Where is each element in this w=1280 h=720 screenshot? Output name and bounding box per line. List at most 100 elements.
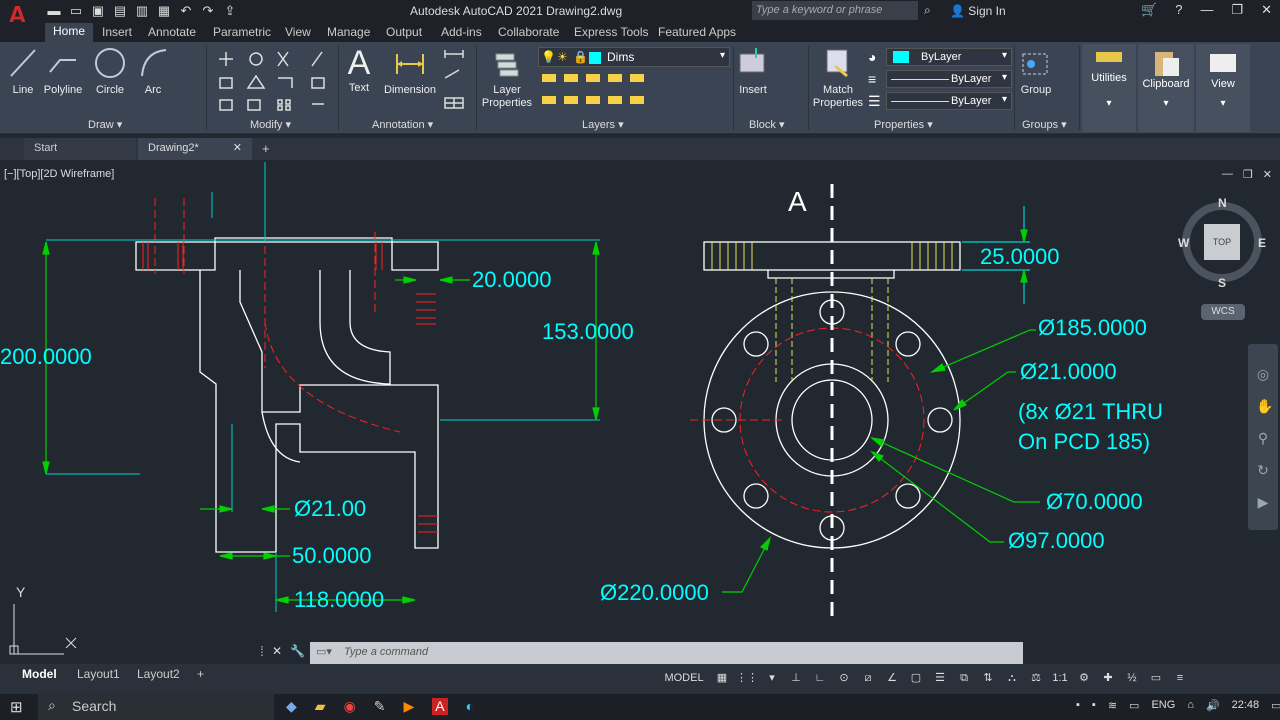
circle-button[interactable]: Circle	[92, 46, 128, 96]
dim-dia-97[interactable]: Ø97.0000	[1008, 528, 1105, 554]
close-icon[interactable]: ✕	[1261, 2, 1272, 18]
linetype-dropdown[interactable]: ByLayer ▾	[886, 70, 1012, 88]
utilities-button[interactable]: Utilities ▾	[1082, 44, 1136, 132]
dim-20[interactable]: 20.0000	[472, 267, 552, 293]
snap-icon[interactable]: ⋮⋮	[736, 667, 758, 689]
paint-icon[interactable]: ✎	[374, 698, 386, 715]
command-history-icon[interactable]: ▭▾	[316, 645, 332, 658]
lineweight-dropdown[interactable]: ByLayer ▾	[886, 92, 1012, 110]
layer-properties-button[interactable]: Layer Properties	[480, 46, 534, 110]
line-button[interactable]: Line	[8, 46, 38, 96]
grid-icon[interactable]: ▦	[712, 667, 732, 689]
modify-panel-label[interactable]: Modify ▾	[250, 118, 291, 131]
edge-icon[interactable]: ◐	[466, 698, 474, 715]
workspace-gear-icon[interactable]: ⚙	[1074, 667, 1094, 689]
compass-north[interactable]: N	[1218, 196, 1227, 210]
command-input[interactable]: Type a command	[310, 642, 1023, 664]
dim-50[interactable]: 50.0000	[292, 543, 372, 569]
tab-layout1[interactable]: Layout1	[77, 667, 120, 681]
grip-icon[interactable]: ⁞	[260, 643, 264, 659]
search-input[interactable]: Type a keyword or phrase	[752, 1, 918, 20]
layer-tools-icon[interactable]	[540, 72, 650, 112]
chrome-icon[interactable]: ◉	[344, 698, 356, 715]
windows-start-icon[interactable]: ⊞	[10, 698, 23, 716]
volume-icon[interactable]: 🔊	[1206, 699, 1220, 712]
arc-button[interactable]: Arc	[138, 46, 168, 96]
infer-constraints-icon[interactable]: ⊥	[786, 667, 806, 689]
dim-dia-21[interactable]: Ø21.00	[294, 496, 366, 522]
minimize-icon[interactable]: —	[1200, 2, 1213, 18]
tab-drawing2[interactable]: Drawing2* ✕	[138, 138, 252, 160]
dim-dia-70[interactable]: Ø70.0000	[1046, 489, 1143, 515]
isodraft-icon[interactable]: ⧄	[858, 667, 878, 689]
new-icon[interactable]: ▬	[46, 3, 62, 19]
quick-properties-icon[interactable]: ▭	[1146, 667, 1166, 689]
compass-west[interactable]: W	[1178, 236, 1189, 250]
sign-in-link[interactable]: 👤 Sign In	[950, 4, 1006, 18]
tray-icon[interactable]: ▪	[1092, 699, 1096, 712]
modify-tools-icon[interactable]	[216, 48, 336, 112]
object-snap-tracking-icon[interactable]: ∠	[882, 667, 902, 689]
block-panel-label[interactable]: Block ▾	[749, 118, 784, 131]
viewcube[interactable]: TOP N S E W	[1178, 196, 1266, 290]
properties-panel-label[interactable]: Properties ▾	[874, 118, 933, 131]
tab-start[interactable]: Start	[24, 138, 136, 160]
color-dropdown[interactable]: ByLayer ▾	[886, 48, 1012, 66]
tab-parametric[interactable]: Parametric	[213, 25, 271, 39]
polar-icon[interactable]: ⊙	[834, 667, 854, 689]
steering-wheel-icon[interactable]: ◎	[1256, 358, 1270, 390]
transparency-icon[interactable]: ⧉	[954, 667, 974, 689]
showmotion-icon[interactable]: ▶	[1256, 486, 1270, 518]
groups-panel-label[interactable]: Groups ▾	[1022, 118, 1067, 131]
text-button[interactable]: A Text	[344, 44, 374, 94]
model-space-button[interactable]: MODEL	[660, 667, 708, 689]
match-properties-button[interactable]: Match Properties	[812, 46, 864, 110]
autocad-taskbar-icon[interactable]: A	[432, 698, 448, 715]
pan-icon[interactable]: ✋	[1256, 390, 1273, 422]
annotation-tools-icon[interactable]	[442, 48, 468, 112]
ortho-icon[interactable]: ∟	[810, 667, 830, 689]
tab-view[interactable]: View	[285, 25, 311, 39]
view-button[interactable]: View ▾	[1196, 44, 1250, 132]
clipboard-button[interactable]: Clipboard ▾	[1138, 44, 1194, 132]
file-explorer-icon[interactable]: ▰	[315, 698, 326, 715]
auto-scale-icon[interactable]: ⚖	[1026, 667, 1046, 689]
cart-icon[interactable]: 🛒	[1141, 2, 1157, 18]
layer-dropdown[interactable]: 💡 ☀ 🔒 Dims ▾	[538, 47, 730, 67]
note-holes-line1[interactable]: (8x Ø21 THRU	[1018, 399, 1163, 425]
note-holes-line2[interactable]: On PCD 185)	[1018, 429, 1150, 455]
tab-annotate[interactable]: Annotate	[148, 25, 196, 39]
search-icon[interactable]: ⌕	[924, 3, 931, 18]
tab-insert[interactable]: Insert	[102, 25, 132, 39]
undo-icon[interactable]: ↶	[178, 3, 194, 19]
dim-dia-185[interactable]: Ø185.0000	[1038, 315, 1147, 341]
annotation-scale-icon[interactable]: 1:1	[1050, 667, 1070, 689]
media-player-icon[interactable]: ▶	[404, 698, 415, 715]
taskbar-search[interactable]: ⌕ Search	[38, 694, 274, 720]
print-icon[interactable]: ▦	[156, 3, 172, 19]
tab-layout2[interactable]: Layout2	[137, 667, 180, 681]
dimension-button[interactable]: Dimension	[382, 46, 438, 96]
customize-icon[interactable]: 🔧	[290, 644, 305, 658]
chevron-down-icon[interactable]: ▾	[762, 667, 782, 689]
dim-200[interactable]: 200.0000	[0, 344, 92, 370]
annotation-panel-label[interactable]: Annotation ▾	[372, 118, 433, 131]
wcs-menu[interactable]: WCS	[1201, 304, 1245, 320]
redo-icon[interactable]: ↷	[200, 3, 216, 19]
share-icon[interactable]: ⇪	[222, 3, 238, 19]
close-icon[interactable]: ✕	[272, 644, 282, 658]
tab-home[interactable]: Home	[45, 23, 94, 42]
tab-express-tools[interactable]: Express Tools	[574, 25, 648, 39]
polyline-button[interactable]: Polyline	[42, 46, 84, 96]
restore-icon[interactable]: ❐	[1231, 2, 1243, 18]
zoom-icon[interactable]: ⚲	[1256, 422, 1270, 454]
selection-cycling-icon[interactable]: ⇅	[978, 667, 998, 689]
tab-manage[interactable]: Manage	[327, 25, 370, 39]
compass-east[interactable]: E	[1258, 236, 1266, 250]
tab-model[interactable]: Model	[22, 667, 57, 681]
help-icon[interactable]: ?	[1175, 2, 1182, 18]
orbit-icon[interactable]: ↻	[1256, 454, 1270, 486]
language-indicator[interactable]: ENG	[1151, 699, 1175, 712]
dim-25[interactable]: 25.0000	[980, 244, 1060, 270]
web-mobile-icon[interactable]: ▥	[134, 3, 150, 19]
